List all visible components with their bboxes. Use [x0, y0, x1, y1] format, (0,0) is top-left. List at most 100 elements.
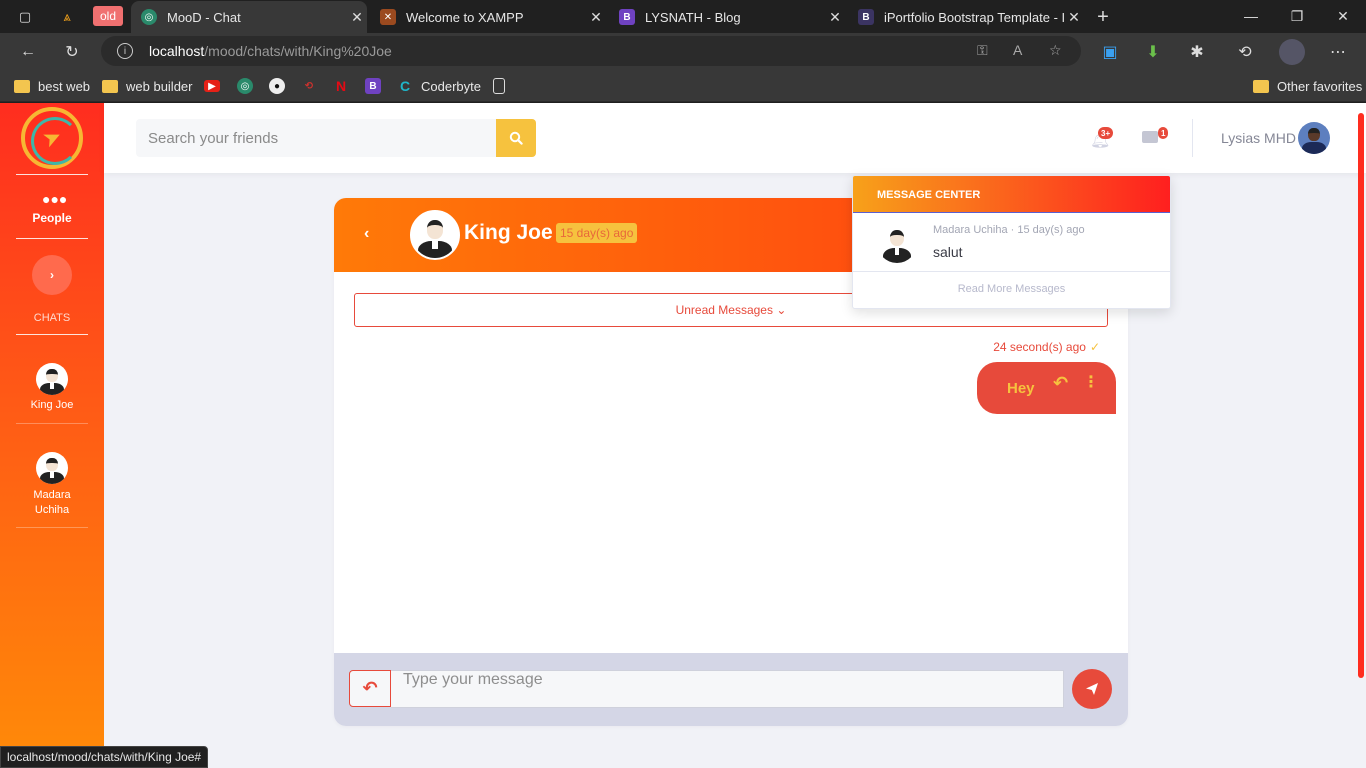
- refresh-icon[interactable]: ↻: [59, 39, 85, 65]
- bootstrap-favicon-icon: B: [858, 9, 874, 25]
- pinned-tab-icon[interactable]: ⩓: [56, 6, 78, 28]
- new-tab-icon[interactable]: +: [1092, 6, 1114, 28]
- sidebar-toggle-button[interactable]: ›: [32, 255, 72, 295]
- bookmark-coderbyte[interactable]: C Coderbyte: [397, 76, 481, 96]
- message-bubble-outgoing: Hey ↶ ⋮: [977, 362, 1116, 414]
- old-tab-group-label[interactable]: old: [93, 6, 123, 26]
- tab-iportfolio[interactable]: B iPortfolio Bootstrap Template - In ✕: [848, 1, 1084, 33]
- extensions-icon[interactable]: ✱: [1184, 39, 1210, 65]
- bookmark-mood[interactable]: ◎: [237, 76, 253, 96]
- key-icon[interactable]: ⚿: [977, 42, 988, 59]
- bookmark-page[interactable]: [493, 76, 505, 96]
- download-extension-icon[interactable]: ⬇: [1140, 39, 1166, 65]
- bookmark-bootstrap[interactable]: B: [365, 76, 381, 96]
- more-menu-icon[interactable]: ⋯: [1325, 39, 1351, 65]
- avatar: [877, 223, 917, 263]
- search-input[interactable]: [136, 119, 496, 157]
- reply-icon[interactable]: ↶: [1053, 373, 1068, 394]
- sidebar-divider: [16, 334, 88, 335]
- paper-plane-send-icon: [1086, 683, 1098, 695]
- close-tab-icon[interactable]: ✕: [586, 9, 606, 26]
- profile-avatar-icon[interactable]: [1279, 39, 1305, 65]
- tab-title: iPortfolio Bootstrap Template - In: [884, 9, 1064, 25]
- back-chevron-icon[interactable]: ‹: [364, 225, 369, 243]
- tab-lysnath-blog[interactable]: B LYSNATH - Blog ✕: [609, 1, 845, 33]
- bookmark-red-site[interactable]: ⟲: [301, 76, 317, 96]
- xampp-favicon-icon: ✕: [380, 9, 396, 25]
- favorite-star-icon[interactable]: ☆: [1049, 42, 1062, 59]
- search-button[interactable]: [496, 119, 536, 157]
- url-text[interactable]: localhost/mood/chats/with/King%20Joe: [149, 43, 392, 59]
- bookmark-youtube[interactable]: ▶: [204, 76, 220, 96]
- bookmarks-bar: best web web builder ▶ ◎ ● ⟲ N B C Coderb…: [0, 70, 1366, 102]
- restore-icon[interactable]: ❐: [1274, 4, 1320, 28]
- message-center-dropdown: MESSAGE CENTER Madara Uchiha · 15 day(s)…: [852, 175, 1171, 309]
- status-bar-url: localhost/mood/chats/with/King Joe#: [0, 746, 209, 768]
- site-info-icon[interactable]: i: [117, 43, 133, 59]
- message-sender-meta: Madara Uchiha · 15 day(s) ago: [933, 224, 1085, 236]
- more-vertical-icon[interactable]: ⋮: [1083, 372, 1099, 392]
- extension-screenshot-icon[interactable]: ▣: [1097, 39, 1123, 65]
- messages-envelope-icon[interactable]: [1142, 131, 1158, 143]
- user-avatar[interactable]: [1298, 122, 1330, 154]
- search-icon: [509, 131, 523, 145]
- contact-name: King Joe: [30, 399, 74, 411]
- close-tab-icon[interactable]: ✕: [347, 9, 367, 26]
- send-button[interactable]: [1072, 669, 1112, 709]
- message-text: Hey: [1007, 380, 1035, 397]
- netflix-icon: N: [335, 78, 347, 94]
- sidebar: ➤ ●●● People › CHATS King Joe Madara Uch…: [0, 103, 104, 768]
- url-field[interactable]: i localhost/mood/chats/with/King%20Joe ⚿…: [101, 36, 1081, 66]
- page-icon: [493, 78, 505, 94]
- tab-xampp[interactable]: ✕ Welcome to XAMPP ✕: [370, 1, 606, 33]
- github-icon: ●: [269, 78, 285, 94]
- user-name[interactable]: Lysias MHD: [1221, 130, 1296, 146]
- bootstrap-icon: B: [365, 78, 381, 94]
- chat-composer: ↶: [334, 653, 1128, 726]
- chats-heading: CHATS: [33, 312, 71, 324]
- mood-logo[interactable]: ➤: [21, 107, 83, 169]
- message-input[interactable]: [391, 670, 1064, 708]
- last-seen-badge: 15 day(s) ago: [556, 223, 638, 243]
- bookmark-best-web[interactable]: best web: [14, 76, 90, 96]
- chat-contact-name: King Joe: [464, 221, 553, 244]
- minimize-icon[interactable]: —: [1228, 4, 1274, 28]
- avatar: [36, 452, 68, 484]
- avatar: [36, 363, 68, 395]
- youtube-icon: ▶: [204, 80, 220, 92]
- reply-button[interactable]: ↶: [349, 670, 391, 707]
- bookmark-web-builder[interactable]: web builder: [102, 76, 193, 96]
- bookmark-github[interactable]: ●: [269, 76, 285, 96]
- close-window-icon[interactable]: ✕: [1320, 4, 1366, 28]
- paper-plane-logo-icon: ➤: [38, 122, 66, 153]
- top-navbar: 🔔︎ 3+ 1 Lysias MHD: [104, 103, 1366, 173]
- bookmark-other-favorites[interactable]: Other favorites: [1253, 76, 1362, 96]
- close-tab-icon[interactable]: ✕: [1064, 9, 1084, 26]
- unread-label: Unread Messages: [675, 303, 773, 317]
- message-center-item[interactable]: Madara Uchiha · 15 day(s) ago salut: [853, 213, 1170, 272]
- bookmark-label: web builder: [126, 78, 193, 94]
- read-more-messages-link[interactable]: Read More Messages: [853, 272, 1170, 295]
- check-icon: ✓: [1089, 340, 1100, 354]
- back-icon[interactable]: ←: [15, 39, 41, 65]
- sidebar-contact-madara-uchiha[interactable]: Madara Uchiha: [0, 452, 104, 518]
- bootstrap-favicon-icon: B: [619, 9, 635, 25]
- read-aloud-icon[interactable]: A: [1013, 42, 1022, 58]
- sidebar-divider: [16, 527, 88, 528]
- red-site-icon: ⟲: [304, 80, 314, 92]
- tab-actions-icon[interactable]: ▢: [14, 6, 36, 28]
- coderbyte-icon: C: [399, 78, 411, 94]
- url-host: localhost: [149, 43, 205, 59]
- bookmark-netflix[interactable]: N: [333, 76, 349, 96]
- close-tab-icon[interactable]: ✕: [825, 9, 845, 26]
- bookmark-label: best web: [38, 78, 91, 94]
- users-icon[interactable]: ●●●: [42, 191, 67, 207]
- page-scrollbar[interactable]: [1358, 113, 1364, 678]
- reply-icon: ↶: [362, 678, 378, 698]
- bookmark-label: Coderbyte: [421, 78, 481, 94]
- sidebar-contact-king-joe[interactable]: King Joe: [0, 363, 104, 411]
- bookmark-label: Other favorites: [1277, 78, 1363, 94]
- history-icon[interactable]: ⟲: [1232, 39, 1258, 65]
- tab-mood-chat[interactable]: ◎ MooD - Chat ✕: [131, 1, 367, 33]
- sidebar-item-people[interactable]: People: [0, 211, 104, 225]
